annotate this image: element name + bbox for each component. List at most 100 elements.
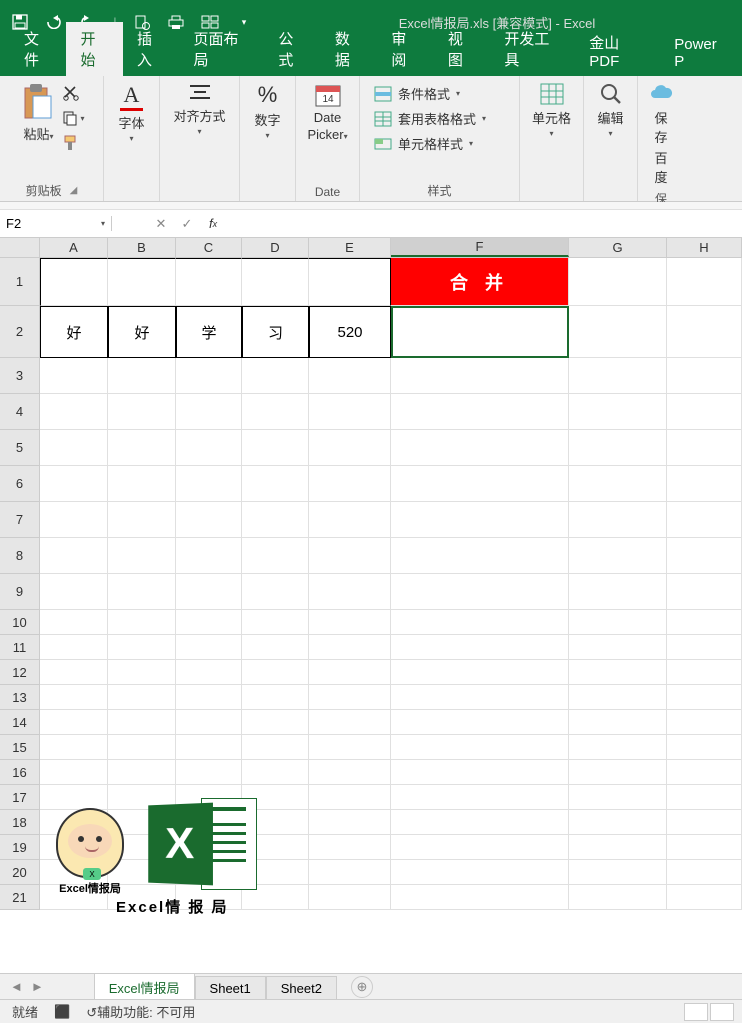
name-box-dropdown[interactable]: ▾: [101, 219, 105, 228]
cell[interactable]: [391, 306, 569, 358]
cell[interactable]: [569, 810, 667, 835]
cell[interactable]: [391, 466, 569, 502]
cell[interactable]: [667, 502, 742, 538]
cell[interactable]: [391, 358, 569, 394]
cell[interactable]: [391, 860, 569, 885]
row-header[interactable]: 1: [0, 258, 40, 306]
cell[interactable]: [108, 735, 176, 760]
font-button[interactable]: A 字体▾: [112, 80, 151, 145]
cell[interactable]: 合 并: [391, 258, 569, 306]
cell[interactable]: [667, 735, 742, 760]
cell[interactable]: [108, 538, 176, 574]
cell[interactable]: [667, 394, 742, 430]
col-header[interactable]: D: [242, 238, 309, 257]
cell[interactable]: [108, 394, 176, 430]
sheet-tab[interactable]: Sheet2: [266, 976, 337, 1000]
cell[interactable]: [667, 660, 742, 685]
cell[interactable]: [391, 574, 569, 610]
cell[interactable]: [242, 538, 309, 574]
cell[interactable]: [667, 538, 742, 574]
tab-formulas[interactable]: 公式: [264, 22, 320, 76]
baidu-save-button[interactable]: 保存 百度: [646, 80, 676, 188]
format-painter-icon[interactable]: [62, 134, 80, 152]
cell[interactable]: [40, 685, 108, 710]
cell[interactable]: [391, 660, 569, 685]
cell[interactable]: [176, 394, 242, 430]
cell[interactable]: [40, 635, 108, 660]
row-header[interactable]: 10: [0, 610, 40, 635]
cell[interactable]: [108, 502, 176, 538]
row-header[interactable]: 13: [0, 685, 40, 710]
cell[interactable]: [242, 710, 309, 735]
cell[interactable]: [667, 760, 742, 785]
cell[interactable]: [569, 885, 667, 910]
row-header[interactable]: 15: [0, 735, 40, 760]
tab-insert[interactable]: 插入: [123, 22, 179, 76]
view-normal[interactable]: [684, 1003, 708, 1021]
cell[interactable]: [309, 574, 391, 610]
cell[interactable]: [108, 660, 176, 685]
cell[interactable]: [40, 394, 108, 430]
cell[interactable]: [309, 610, 391, 635]
cell[interactable]: [569, 358, 667, 394]
cell[interactable]: [309, 394, 391, 430]
sheet-tab[interactable]: Excel情报局: [94, 973, 195, 1003]
paste-button[interactable]: 粘贴▾: [18, 80, 58, 145]
spreadsheet-grid[interactable]: A B C D E F G H 1合 并2好好学习520345678910111…: [0, 238, 742, 973]
cell[interactable]: [242, 610, 309, 635]
cell[interactable]: [108, 466, 176, 502]
cell[interactable]: [391, 430, 569, 466]
cell[interactable]: [242, 466, 309, 502]
cell[interactable]: [176, 685, 242, 710]
cell[interactable]: 好: [108, 306, 176, 358]
cell[interactable]: [391, 810, 569, 835]
cell[interactable]: [391, 885, 569, 910]
cell[interactable]: [108, 430, 176, 466]
cell[interactable]: [667, 885, 742, 910]
cell[interactable]: [391, 735, 569, 760]
cell[interactable]: [108, 685, 176, 710]
cell[interactable]: [667, 785, 742, 810]
cell[interactable]: [309, 258, 391, 306]
cell[interactable]: [569, 610, 667, 635]
cell[interactable]: [108, 258, 176, 306]
cell[interactable]: [108, 760, 176, 785]
cell[interactable]: [569, 394, 667, 430]
cell[interactable]: [176, 710, 242, 735]
cell[interactable]: [569, 466, 667, 502]
insert-function-button[interactable]: fx: [202, 213, 224, 235]
cell[interactable]: [309, 860, 391, 885]
cell[interactable]: [391, 610, 569, 635]
cell[interactable]: [391, 785, 569, 810]
cell[interactable]: [242, 502, 309, 538]
row-header[interactable]: 11: [0, 635, 40, 660]
cell[interactable]: [242, 760, 309, 785]
cell[interactable]: [40, 660, 108, 685]
cell[interactable]: [309, 835, 391, 860]
row-header[interactable]: 17: [0, 785, 40, 810]
cell[interactable]: [667, 306, 742, 358]
cell[interactable]: [176, 258, 242, 306]
cell[interactable]: [569, 306, 667, 358]
date-picker-button[interactable]: 14 Date Picker▾: [304, 80, 351, 144]
cell[interactable]: [667, 430, 742, 466]
cell[interactable]: [667, 358, 742, 394]
cell[interactable]: [569, 785, 667, 810]
select-all-corner[interactable]: [0, 238, 40, 257]
cell[interactable]: [569, 735, 667, 760]
cell[interactable]: [176, 358, 242, 394]
table-format-button[interactable]: 套用表格格式▾: [374, 109, 486, 128]
row-header[interactable]: 20: [0, 860, 40, 885]
cell[interactable]: [176, 466, 242, 502]
cell[interactable]: [176, 610, 242, 635]
cell[interactable]: [569, 430, 667, 466]
cell[interactable]: [309, 430, 391, 466]
col-header[interactable]: E: [309, 238, 391, 257]
cell[interactable]: [569, 258, 667, 306]
cell[interactable]: [569, 538, 667, 574]
tab-powerpivot[interactable]: Power P: [660, 30, 742, 76]
cell[interactable]: [569, 835, 667, 860]
cell[interactable]: [391, 394, 569, 430]
cell[interactable]: [242, 258, 309, 306]
cell[interactable]: [40, 710, 108, 735]
